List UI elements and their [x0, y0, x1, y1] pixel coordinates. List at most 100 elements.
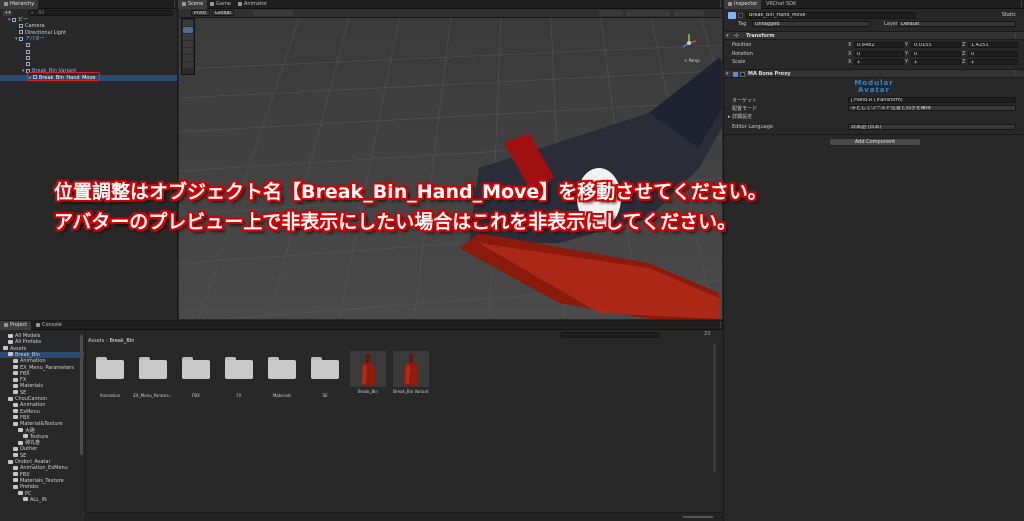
- mode-dropdown[interactable]: 子としてワールド位置と向きを維持: [848, 105, 1016, 111]
- transform-rotation-y-field[interactable]: 0: [911, 50, 961, 57]
- project-grid-scrollbar[interactable]: [713, 343, 716, 473]
- asset-prefab[interactable]: Break_Bin: [348, 351, 388, 394]
- pivot-dropdown[interactable]: Pivot: [191, 10, 210, 16]
- project-tree-item[interactable]: ALL_IN: [0, 497, 84, 503]
- transform-scale-y-field[interactable]: 1: [911, 59, 961, 65]
- axis-z-label[interactable]: Z: [962, 58, 965, 66]
- static-toggle[interactable]: Static: [1002, 12, 1016, 18]
- asset-folder[interactable]: SE: [305, 351, 345, 398]
- axis-y-label[interactable]: Y: [905, 58, 908, 66]
- project-tree-item[interactable]: FBX: [0, 371, 84, 377]
- breadcrumb-break-bin[interactable]: Break_Bin: [109, 338, 134, 344]
- tab-project[interactable]: Project: [0, 321, 32, 330]
- hierarchy-item[interactable]: [0, 55, 177, 61]
- scale-tool-button[interactable]: [183, 41, 193, 47]
- tab-animator[interactable]: Animator: [234, 0, 271, 9]
- gizmos-button[interactable]: [674, 10, 704, 16]
- axis-x-label[interactable]: X: [848, 50, 851, 58]
- project-tree-item[interactable]: Materials: [0, 383, 84, 389]
- project-search-input[interactable]: [560, 332, 660, 338]
- hierarchy-item[interactable]: [0, 49, 177, 55]
- project-tree-item[interactable]: Outher: [0, 446, 84, 452]
- project-tree-item[interactable]: EX_Menu_Parameters: [0, 365, 84, 371]
- hierarchy-item[interactable]: [0, 43, 177, 49]
- tab-console[interactable]: Console: [32, 321, 66, 330]
- project-tree-item[interactable]: Animation: [0, 358, 84, 364]
- project-tree-item[interactable]: 大砲: [0, 428, 84, 434]
- transform-position-y-field[interactable]: 0.0155: [911, 42, 961, 48]
- bone-proxy-menu-icon[interactable]: ⋮: [1013, 70, 1018, 78]
- component-enabled-checkbox[interactable]: [740, 72, 745, 77]
- project-tree-item[interactable]: Animation: [0, 402, 84, 408]
- project-tree-item[interactable]: FBX: [0, 415, 84, 421]
- bone-proxy-header[interactable]: ▾ MA Bone Proxy ⋮: [724, 69, 1024, 78]
- target-field[interactable]: J.Hand.R (Transform): [848, 97, 1016, 103]
- project-tree-scrollbar[interactable]: [80, 335, 83, 455]
- scene-menu-icon[interactable]: [717, 1, 720, 8]
- object-active-checkbox[interactable]: [738, 13, 743, 18]
- breadcrumb-assets[interactable]: Assets: [88, 338, 104, 344]
- asset-folder[interactable]: FX: [219, 351, 259, 398]
- axis-x-label[interactable]: X: [848, 58, 851, 66]
- scene-viewport[interactable]: < Persp: [179, 18, 722, 319]
- inspector-menu-icon[interactable]: [1018, 1, 1021, 8]
- rect-tool-button[interactable]: [183, 48, 193, 54]
- asset-folder[interactable]: Animation: [90, 351, 130, 398]
- axis-x-label[interactable]: X: [848, 41, 851, 49]
- hierarchy-add-button[interactable]: +▾: [3, 10, 12, 16]
- project-tree-item[interactable]: 弾丸巻: [0, 440, 84, 446]
- project-tree-item[interactable]: Assets: [0, 346, 84, 352]
- hierarchy-item[interactable]: ▾ ビー: [0, 17, 177, 23]
- transform-position-x-field[interactable]: 0.8482: [854, 42, 904, 48]
- axis-y-label[interactable]: Y: [905, 50, 908, 58]
- transform-header[interactable]: ▾ ⊹ Transform ⋮: [724, 31, 1024, 40]
- hierarchy-item[interactable]: ▾ アバター: [0, 36, 177, 42]
- thumbnail-size-slider[interactable]: [683, 516, 713, 518]
- custom-tool-button[interactable]: [183, 62, 193, 68]
- move-tool-button[interactable]: [183, 27, 193, 33]
- project-tree-item[interactable]: Break_Bin: [0, 351, 84, 358]
- asset-folder[interactable]: Materials: [262, 351, 302, 398]
- transform-scale-x-field[interactable]: 1: [854, 59, 904, 65]
- asset-folder[interactable]: EX_Menu_Parame...: [133, 351, 173, 398]
- project-tree-item[interactable]: All Models: [0, 333, 84, 339]
- transform-scale-z-field[interactable]: 1: [968, 59, 1018, 65]
- view-tool-button[interactable]: [183, 20, 193, 26]
- project-tree-item[interactable]: Texture: [0, 434, 84, 440]
- tab-vrchat-sdk[interactable]: VRChat SDK: [762, 0, 800, 9]
- transform-menu-icon[interactable]: ⋮: [1013, 32, 1018, 40]
- advanced-foldout[interactable]: ▸ 詳細設定: [728, 113, 752, 120]
- project-tree-item[interactable]: FBX: [0, 472, 84, 478]
- tab-inspector[interactable]: Inspector: [724, 0, 762, 9]
- hierarchy-search-input[interactable]: ⌕ All: [28, 10, 173, 16]
- project-menu-icon[interactable]: [717, 322, 720, 329]
- project-tree-item[interactable]: Prefabs: [0, 484, 84, 490]
- transform-rotation-z-field[interactable]: 0: [968, 50, 1018, 57]
- hierarchy-item[interactable]: Directional Light: [0, 30, 177, 36]
- tab-hierarchy[interactable]: Hierarchy: [0, 0, 39, 9]
- tab-game[interactable]: Game: [206, 0, 235, 9]
- project-tree-item[interactable]: Materials_Texture: [0, 478, 84, 484]
- persp-label[interactable]: < Persp: [684, 58, 700, 63]
- axis-z-label[interactable]: Z: [962, 41, 965, 49]
- object-name-field[interactable]: Break_Bin_Hand_Move: [746, 12, 916, 19]
- hierarchy-menu-icon[interactable]: [171, 1, 174, 8]
- project-tree-item[interactable]: Animation_ExMenu: [0, 465, 84, 471]
- draw-mode-button[interactable]: [599, 10, 623, 16]
- project-tree-item[interactable]: All Prefabs: [0, 339, 84, 345]
- axis-y-label[interactable]: Y: [905, 41, 908, 49]
- project-tree-item[interactable]: ChouCannon: [0, 396, 84, 402]
- transform-rotation-x-field[interactable]: 0: [854, 50, 904, 57]
- project-tree-item[interactable]: Ondori_Avatar: [0, 459, 84, 465]
- project-tree-item[interactable]: ExMenu: [0, 409, 84, 415]
- project-tree-item[interactable]: SE: [0, 453, 84, 459]
- asset-prefab[interactable]: Break_Bin Variant: [391, 351, 431, 394]
- project-tree-item[interactable]: SE: [0, 390, 84, 396]
- add-component-button[interactable]: Add Component: [829, 138, 921, 146]
- project-tree-item[interactable]: Material&Texture: [0, 421, 84, 427]
- hierarchy-item[interactable]: [0, 62, 177, 68]
- 2d-toggle-button[interactable]: [626, 10, 670, 16]
- editor-language-dropdown[interactable]: 日本語 (日本): [848, 124, 1016, 130]
- rotate-tool-button[interactable]: [183, 34, 193, 40]
- transform-tool-button[interactable]: [183, 55, 193, 61]
